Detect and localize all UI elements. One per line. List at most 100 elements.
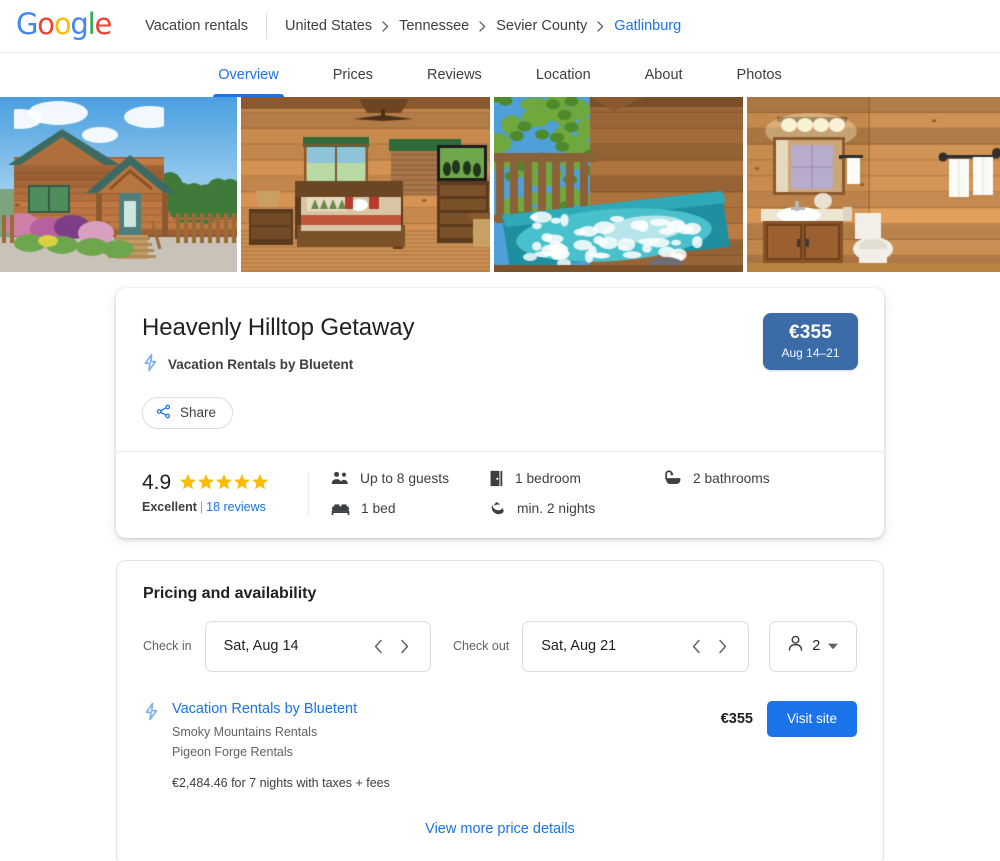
top-header: Google Vacation rentals United States Ten… (0, 0, 1000, 53)
guests-selector[interactable]: 2 (768, 620, 857, 672)
facts-grid: Up to 8 guests 1 bedroom 2 bathrooms 1 bed m… (331, 470, 858, 518)
hot-tub-photo-canvas (494, 97, 743, 272)
pricing-card: Pricing and availability Check in Sat, A… (116, 559, 884, 861)
offer-total-text: €2,484.46 for 7 nights with taxes + fees (172, 776, 390, 791)
bed-icon (331, 501, 350, 516)
checkin-label: Check in (143, 639, 192, 654)
page-title: Heavenly Hilltop Getaway (142, 314, 415, 341)
rating-block: 4.9 Excellent | 18 reviews (142, 470, 308, 514)
checkout-next-button[interactable] (710, 633, 736, 659)
people-icon (331, 470, 349, 486)
bedroom-photo-canvas (241, 97, 490, 272)
section-tabs: Overview Prices Reviews Location About Photos (0, 53, 1000, 97)
star-icon (215, 473, 233, 491)
price-badge-dates: Aug 14–21 (781, 345, 840, 360)
rating-separator: | (199, 499, 204, 514)
bedroom-photo[interactable] (241, 97, 490, 272)
checkin-value: Sat, Aug 14 (223, 638, 299, 655)
listing-title-block: Heavenly Hilltop Getaway Vacation Rental… (116, 288, 884, 451)
date-row: Check in Sat, Aug 14 Check out Sat, Aug … (117, 603, 883, 672)
tab-overview[interactable]: Overview (191, 53, 305, 97)
listing-summary-card: Heavenly Hilltop Getaway Vacation Rental… (116, 288, 884, 538)
rating-score: 4.9 (142, 470, 172, 494)
rating-subline: Excellent | 18 reviews (142, 500, 308, 514)
fact-label: Up to 8 guests (360, 470, 449, 486)
tab-location[interactable]: Location (509, 53, 618, 97)
fact-1-bed: 1 bed (331, 500, 489, 518)
provider-line: Vacation Rentals by Bluetent (142, 353, 858, 377)
photo-strip (0, 97, 1000, 272)
checkin-next-button[interactable] (392, 633, 418, 659)
breadcrumb-item-tennessee[interactable]: Tennessee (399, 18, 469, 34)
rating-stars (179, 473, 269, 491)
hot-tub-photo[interactable] (494, 97, 743, 272)
bolt-icon (142, 353, 159, 377)
breadcrumb-item-sevier-county[interactable]: Sevier County (496, 18, 587, 34)
share-label: Share (180, 405, 217, 421)
tab-reviews[interactable]: Reviews (400, 53, 509, 97)
checkout-field[interactable]: Sat, Aug 21 (522, 620, 749, 672)
breadcrumb-chevron-icon (382, 20, 389, 32)
reviews-link[interactable]: 18 reviews (206, 500, 266, 514)
offer-subline-1: Smoky Mountains Rentals (172, 724, 318, 739)
logo-letter: o (37, 7, 55, 41)
breadcrumb: Vacation rentals United States Tennessee S… (145, 13, 681, 39)
star-icon (233, 473, 251, 491)
logo-letter: e (94, 7, 112, 41)
checkin-prev-button[interactable] (366, 633, 392, 659)
fact-label: min. 2 nights (517, 501, 596, 517)
breadcrumb-chevron-icon (479, 20, 486, 32)
bathroom-photo-canvas (747, 97, 1000, 272)
vertical-label[interactable]: Vacation rentals (145, 18, 248, 34)
bolt-icon (143, 702, 160, 726)
star-icon (251, 473, 269, 491)
more-price-details: View more price details (117, 790, 883, 861)
view-more-price-details-link[interactable]: View more price details (425, 821, 575, 837)
tab-prices[interactable]: Prices (306, 53, 400, 97)
cabin-exterior-photo-canvas (0, 97, 237, 272)
price-badge-amount: €355 (788, 322, 833, 343)
fact-label: 1 bedroom (515, 470, 581, 486)
tab-about[interactable]: About (618, 53, 710, 97)
bathtub-icon (664, 470, 682, 486)
logo-letter: o (53, 7, 72, 41)
offer-partner-link[interactable]: Vacation Rentals by Bluetent (172, 700, 357, 718)
checkout-value: Sat, Aug 21 (541, 638, 617, 655)
share-icon (156, 404, 171, 422)
logo-letter: g (70, 7, 88, 41)
fact-label: 1 bed (361, 501, 396, 517)
fact-label: 2 bathrooms (693, 470, 770, 486)
google-logo[interactable]: Google (16, 7, 112, 42)
breadcrumb-chevron-icon (597, 20, 604, 32)
visit-site-button[interactable]: Visit site (766, 700, 857, 737)
breadcrumb-item-united-states[interactable]: United States (285, 18, 372, 34)
page-content: Heavenly Hilltop Getaway Vacation Rental… (0, 272, 1000, 861)
fact-empty (664, 500, 858, 518)
offer-details: Vacation Rentals by Bluetent Smoky Mount… (172, 700, 721, 790)
moon-icon (489, 500, 506, 518)
offer-price: €355 (720, 710, 753, 727)
offer-action-group: €355 Visit site (721, 700, 857, 737)
bathroom-photo[interactable] (747, 97, 1000, 272)
chevron-down-icon (828, 637, 839, 655)
offer-subline-2: Pigeon Forge Rentals (172, 745, 293, 760)
share-button[interactable]: Share (142, 396, 234, 429)
checkout-prev-button[interactable] (684, 633, 710, 659)
fact-min-2-nights: min. 2 nights (489, 500, 664, 518)
fact-up-to-8-guests: Up to 8 guests (331, 470, 489, 487)
provider-name: Vacation Rentals by Bluetent (168, 357, 354, 373)
breadcrumb-item-gatlinburg[interactable]: Gatlinburg (614, 18, 681, 34)
door-icon (489, 470, 504, 487)
price-badge[interactable]: €355 Aug 14–21 (763, 313, 858, 370)
rating-quality: Excellent (142, 499, 197, 514)
star-icon (197, 473, 215, 491)
tab-photos[interactable]: Photos (710, 53, 809, 97)
logo-letter: G (16, 7, 38, 41)
fact-2-bathrooms: 2 bathrooms (664, 470, 858, 487)
facts-row: 4.9 Excellent | 18 reviews Up to 8 guests 1… (116, 450, 884, 538)
checkout-label: Check out (452, 639, 510, 654)
star-icon (179, 473, 197, 491)
checkin-field[interactable]: Sat, Aug 14 (204, 620, 431, 672)
cabin-exterior-photo[interactable] (0, 97, 237, 272)
header-divider (266, 13, 268, 39)
